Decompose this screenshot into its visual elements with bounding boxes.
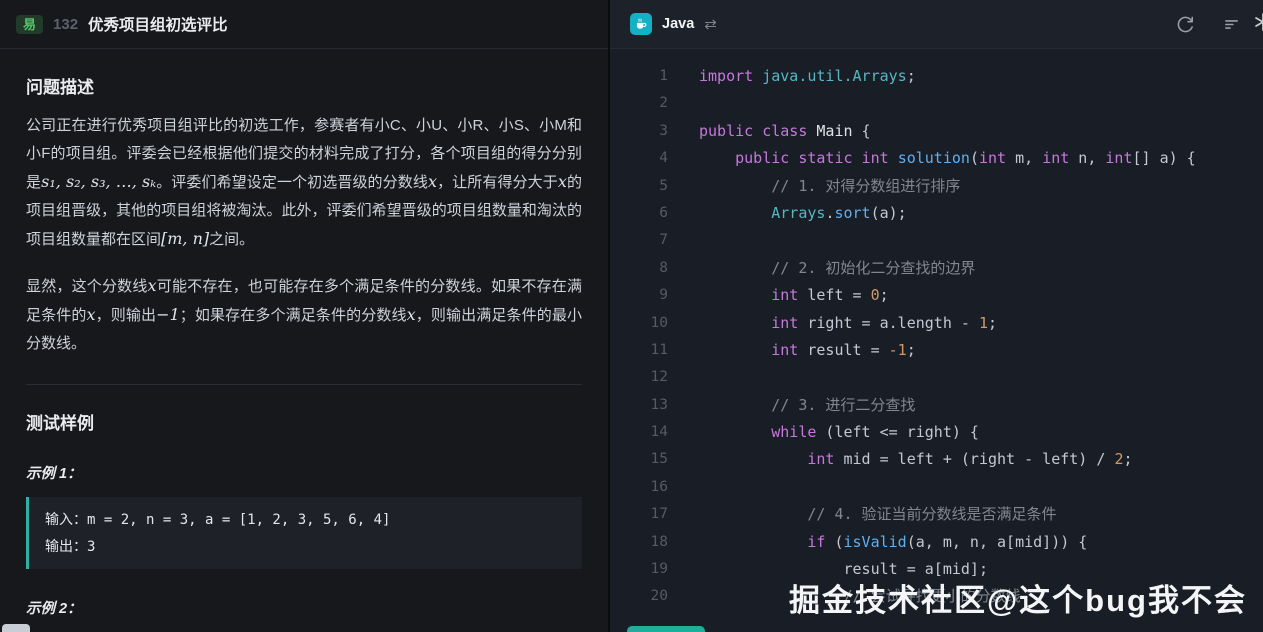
problem-paragraph: 公司正在进行优秀项目组评比的初选工作，参赛者有小C、小U、小R、小S、小M和小F…	[26, 112, 582, 254]
code-line: 15 int mid = left + (right - left) / 2;	[610, 446, 1263, 473]
code-line: 9 int left = 0;	[610, 282, 1263, 309]
math-expression: x	[407, 305, 416, 324]
code-line: 16	[610, 474, 1263, 501]
language-label: Java	[662, 16, 694, 32]
problem-title: 优秀项目组初选评比	[88, 13, 228, 35]
examples-heading: 测试样例	[26, 409, 582, 434]
line-number: 14	[610, 419, 668, 446]
line-number: 9	[610, 282, 668, 309]
code-line: 7	[610, 227, 1263, 254]
line-number: 17	[610, 501, 668, 528]
code-line: 3public class Main {	[610, 118, 1263, 145]
problem-content: 问题描述 公司正在进行优秀项目组评比的初选工作，参赛者有小C、小U、小R、小S、…	[0, 49, 608, 632]
code-line: 10 int right = a.length - 1;	[610, 310, 1263, 337]
format-icon[interactable]	[1219, 12, 1243, 36]
line-number: 20	[610, 583, 668, 610]
problem-paragraph: 显然，这个分数线x可能不存在，也可能存在多个满足条件的分数线。如果不存在满足条件…	[26, 272, 582, 358]
language-switch-icon[interactable]: ⇄	[704, 15, 717, 33]
examples: 示例 1： 输入：m = 2, n = 3, a = [1, 2, 3, 5, 6…	[26, 462, 582, 618]
line-number: 11	[610, 337, 668, 364]
code-line: 17 // 4. 验证当前分数线是否满足条件	[610, 501, 1263, 528]
line-number: 5	[610, 173, 668, 200]
problem-paragraphs: 公司正在进行优秀项目组评比的初选工作，参赛者有小C、小U、小R、小S、小M和小F…	[26, 112, 582, 358]
math-expression: s₁, s₂, s₃, …, sₖ	[41, 172, 156, 191]
code-lines: 1import java.util.Arrays;23public class …	[610, 63, 1263, 611]
description-heading: 问题描述	[26, 73, 582, 98]
java-icon	[630, 13, 652, 35]
line-number: 16	[610, 474, 668, 501]
code-line: 18 if (isValid(a, m, n, a[mid])) {	[610, 529, 1263, 556]
editor-panel: Java ⇄ 1import java.util.Arrays;23public…	[610, 0, 1263, 632]
bottom-scrollbar[interactable]	[2, 624, 30, 632]
line-number: 7	[610, 227, 668, 254]
line-number: 19	[610, 556, 668, 583]
example-line: 输入：m = 2, n = 3, a = [1, 2, 3, 5, 6, 4]	[45, 506, 566, 533]
math-expression: x	[87, 305, 96, 324]
difficulty-badge: 易	[16, 15, 43, 34]
line-number: 15	[610, 446, 668, 473]
example-block: 输入：m = 2, n = 3, a = [1, 2, 3, 5, 6, 4]输…	[26, 497, 582, 569]
line-number: 12	[610, 364, 668, 391]
code-line: 6 Arrays.sort(a);	[610, 200, 1263, 227]
problem-panel: 易 132 优秀项目组初选评比 问题描述 公司正在进行优秀项目组评比的初选工作，…	[0, 0, 610, 632]
code-line: 8 // 2. 初始化二分查找的边界	[610, 255, 1263, 282]
math-expression: x	[558, 172, 567, 191]
code-line: 2	[610, 90, 1263, 117]
math-expression: x	[148, 276, 157, 295]
line-number: 13	[610, 392, 668, 419]
app: 易 132 优秀项目组初选评比 问题描述 公司正在进行优秀项目组评比的初选工作，…	[0, 0, 1263, 632]
code-line: 5 // 1. 对得分数组进行排序	[610, 173, 1263, 200]
math-expression: x	[428, 172, 437, 191]
math-expression: −1	[156, 305, 180, 324]
code-line: 11 int result = -1;	[610, 337, 1263, 364]
watermark: 掘金技术社区@这个bug我不会	[789, 575, 1247, 620]
line-number: 6	[610, 200, 668, 227]
line-number: 8	[610, 255, 668, 282]
line-number: 18	[610, 529, 668, 556]
code-line: 12	[610, 364, 1263, 391]
code-line: 14 while (left <= right) {	[610, 419, 1263, 446]
editor-header: Java ⇄	[610, 0, 1263, 49]
code-line: 4 public static int solution(int m, int …	[610, 145, 1263, 172]
run-button-partial[interactable]	[627, 626, 705, 632]
line-number: 3	[610, 118, 668, 145]
line-number: 2	[610, 90, 668, 117]
code-editor[interactable]: 1import java.util.Arrays;23public class …	[610, 49, 1263, 632]
line-number: 4	[610, 145, 668, 172]
problem-header: 易 132 优秀项目组初选评比	[0, 0, 608, 49]
example-line: 输出：3	[45, 533, 566, 560]
code-line: 13 // 3. 进行二分查找	[610, 392, 1263, 419]
example-label: 示例 1：	[26, 462, 582, 483]
problem-id: 132	[53, 16, 78, 33]
section-divider	[26, 384, 582, 385]
code-line: 1import java.util.Arrays;	[610, 63, 1263, 90]
collapse-panel-icon[interactable]	[1254, 13, 1263, 36]
line-number: 1	[610, 63, 668, 90]
example-label: 示例 2：	[26, 597, 582, 618]
line-number: 10	[610, 310, 668, 337]
math-expression: [m, n]	[161, 229, 209, 248]
reset-code-icon[interactable]	[1173, 12, 1197, 36]
